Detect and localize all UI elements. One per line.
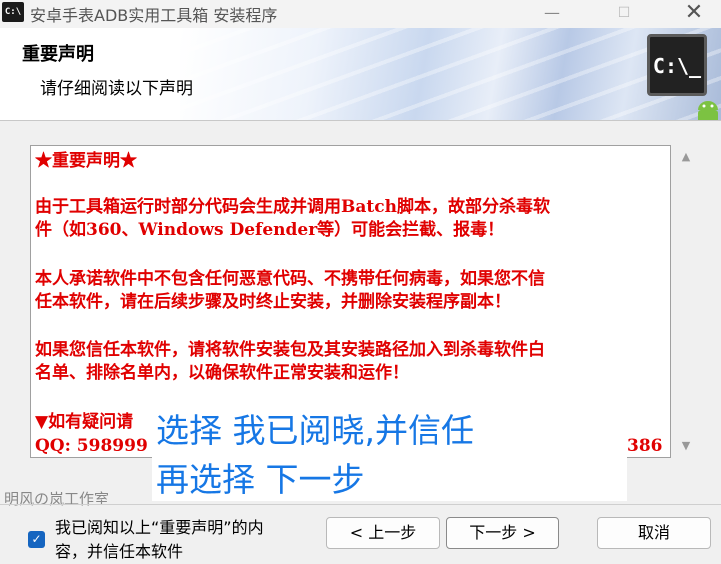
- notice-contact-line: ▼如有疑问请: [35, 412, 134, 432]
- scroll-up-arrow-icon[interactable]: ▲: [672, 147, 700, 167]
- app-icon: C:\: [2, 2, 24, 22]
- notice-paragraph-antivirus: 由于工具箱运行时部分代码会生成并调用Batch脚本，故部分杀毒软 件（如360、…: [35, 196, 550, 242]
- vertical-scrollbar[interactable]: ▲ ▼: [672, 145, 700, 458]
- instruction-line-1: 选择 我已阅晓,并信任: [156, 411, 474, 450]
- notice-title: ★重要声明★: [35, 151, 137, 171]
- notice-line: 本人承诺软件中不包含任何恶意代码、不携带任何病毒，如果您不信: [35, 269, 545, 289]
- cancel-button[interactable]: 取消: [597, 517, 711, 549]
- notice-paragraph-promise: 本人承诺软件中不包含任何恶意代码、不携带任何病毒，如果您不信 任本软件，请在后续…: [35, 268, 545, 314]
- header-banner-art: [180, 28, 721, 120]
- trust-checkbox[interactable]: ✓: [28, 531, 45, 548]
- page-title: 重要声明: [22, 44, 94, 65]
- notice-qq-tail: 386: [627, 436, 663, 456]
- scroll-down-arrow-icon[interactable]: ▼: [672, 436, 700, 456]
- page-subtitle: 请仔细阅读以下声明: [40, 79, 193, 99]
- android-icon: [698, 101, 718, 120]
- notice-line: 名单、排除名单内，以确保软件正常安装和运作！: [35, 363, 409, 383]
- close-button[interactable]: ✕: [670, 0, 718, 28]
- notice-line: 如果您信任本软件，请将软件安装包及其安装路径加入到杀毒软件白: [35, 340, 545, 360]
- back-button[interactable]: < 上一步: [326, 517, 440, 549]
- footer-divider: [0, 504, 721, 505]
- notice-paragraph-whitelist: 如果您信任本软件，请将软件安装包及其安装路径加入到杀毒软件白 名单、排除名单内，…: [35, 339, 545, 385]
- maximize-button[interactable]: ☐: [600, 0, 648, 28]
- minimize-button[interactable]: —: [528, 0, 576, 28]
- notice-line: 由于工具箱运行时部分代码会生成并调用Batch脚本，故部分杀毒软: [35, 197, 550, 217]
- studio-branding: 明风の岚工作室: [4, 490, 110, 508]
- next-button[interactable]: 下一步 >: [446, 517, 559, 549]
- wizard-header: 重要声明 请仔细阅读以下声明 C:\_: [0, 28, 721, 121]
- instruction-overlay: 选择 我已阅晓,并信任 再选择 下一步: [152, 404, 627, 501]
- command-prompt-icon: C:\_: [647, 34, 707, 96]
- title-bar: C:\ 安卓手表ADB实用工具箱 安装程序 — ☐ ✕: [0, 0, 721, 28]
- notice-line: 任本软件，请在后续步骤及时终止安装，并删除安装程序副本！: [35, 292, 511, 312]
- instruction-line-2: 再选择 下一步: [156, 460, 365, 499]
- notice-line: 件（如360、Windows Defender等）可能会拦截、报毒！: [35, 220, 505, 240]
- notice-qq: QQ: 598999: [35, 436, 148, 456]
- window-title: 安卓手表ADB实用工具箱 安装程序: [30, 6, 278, 25]
- trust-checkbox-label[interactable]: 我已阅知以上“重要声明”的内容，并信任本软件: [55, 516, 295, 564]
